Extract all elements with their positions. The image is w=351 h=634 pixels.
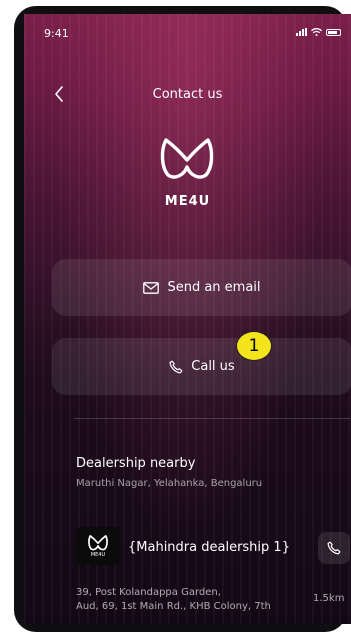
me4u-logo-icon xyxy=(160,138,214,179)
phone-icon xyxy=(327,541,341,555)
brand-name: ME4U xyxy=(164,194,211,209)
dealer-name[interactable]: {Mahindra dealership 1} xyxy=(128,540,290,555)
me4u-logo-icon xyxy=(88,535,108,551)
mail-icon xyxy=(143,281,160,294)
dealer-address-line1: 39, Post Kolandappa Garden, xyxy=(76,587,221,598)
wifi-icon xyxy=(311,28,322,36)
send-email-label: Send an email xyxy=(167,280,261,295)
divider xyxy=(74,418,350,419)
send-email-button[interactable]: Send an email xyxy=(52,259,351,316)
call-us-label: Call us xyxy=(191,359,235,374)
dealer-distance: 1.5km xyxy=(313,593,345,604)
page-title: Contact us xyxy=(152,87,223,102)
status-icons xyxy=(296,28,341,36)
signal-icon xyxy=(296,28,307,36)
battery-icon xyxy=(326,28,341,36)
dealer-logo-text: ME4U xyxy=(90,552,106,558)
dealership-location: Maruthi Nagar, Yelahanka, Bengaluru xyxy=(76,478,263,489)
screen: 9:41 Contact us ME4U Send an email Call … xyxy=(24,14,351,624)
status-bar: 9:41 xyxy=(24,14,351,42)
status-time: 9:41 xyxy=(44,27,69,40)
dealership-title: Dealership nearby xyxy=(76,456,196,471)
dealer-address: 39, Post Kolandappa Garden, Aud, 69, 1st… xyxy=(76,586,308,614)
dealer-address-line2: Aud, 69, 1st Main Rd., KHB Colony, 7th xyxy=(76,601,271,612)
annotation-badge: 1 xyxy=(236,331,272,361)
phone-icon xyxy=(169,360,183,373)
dealer-logo: ME4U xyxy=(76,527,120,565)
dealer-call-button[interactable] xyxy=(318,532,350,564)
call-us-button[interactable]: Call us xyxy=(52,338,351,395)
